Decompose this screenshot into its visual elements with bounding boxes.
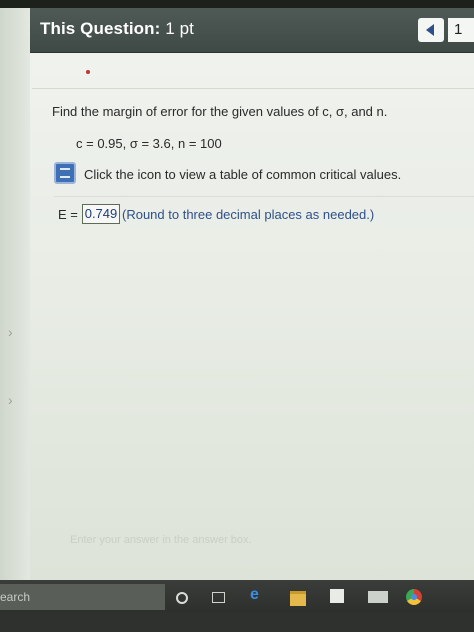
book-icon[interactable] [54,162,76,184]
critical-values-hint: Click the icon to view a table of common… [54,162,474,188]
edge-icon[interactable]: e [250,586,259,604]
question-parameters: c = 0.95, σ = 3.6, n = 100 [76,136,222,151]
chevron-left-icon [426,24,434,36]
folder-icon[interactable] [290,591,306,606]
question-prompt: Find the margin of error for the given v… [52,104,388,119]
cortana-icon[interactable] [176,592,188,604]
divider [32,88,474,89]
left-sidebar-gutter: › › [0,8,30,580]
question-header: This Question: 1 pt 1 [30,8,474,53]
monitor-top-bezel [0,0,474,8]
chevron-right-icon[interactable]: › [8,324,13,340]
header-title-label: This Question: [40,19,161,38]
chrome-icon[interactable] [406,589,422,605]
chevron-right-icon[interactable]: › [8,392,13,408]
hint-text: Click the icon to view a table of common… [84,167,402,182]
header-points: 1 pt [165,19,194,38]
mail-icon[interactable] [368,591,388,603]
divider [54,196,474,197]
screen [0,8,474,580]
previous-question-button[interactable] [418,18,444,42]
monitor-bottom-bezel [0,612,474,632]
answer-row: E = 0.749 (Round to three decimal places… [58,204,468,226]
header-title: This Question: 1 pt [40,19,194,39]
task-view-icon[interactable] [212,592,225,603]
footer-hint: Enter your answer in the answer box. [70,534,252,546]
required-marker [86,70,90,74]
answer-label: E = [58,207,78,222]
taskbar-search-input[interactable]: earch [0,584,165,610]
answer-note: (Round to three decimal places as needed… [122,207,375,222]
answer-input[interactable]: 0.749 [82,204,120,224]
question-number[interactable]: 1 [448,18,474,42]
store-icon[interactable] [330,589,344,603]
